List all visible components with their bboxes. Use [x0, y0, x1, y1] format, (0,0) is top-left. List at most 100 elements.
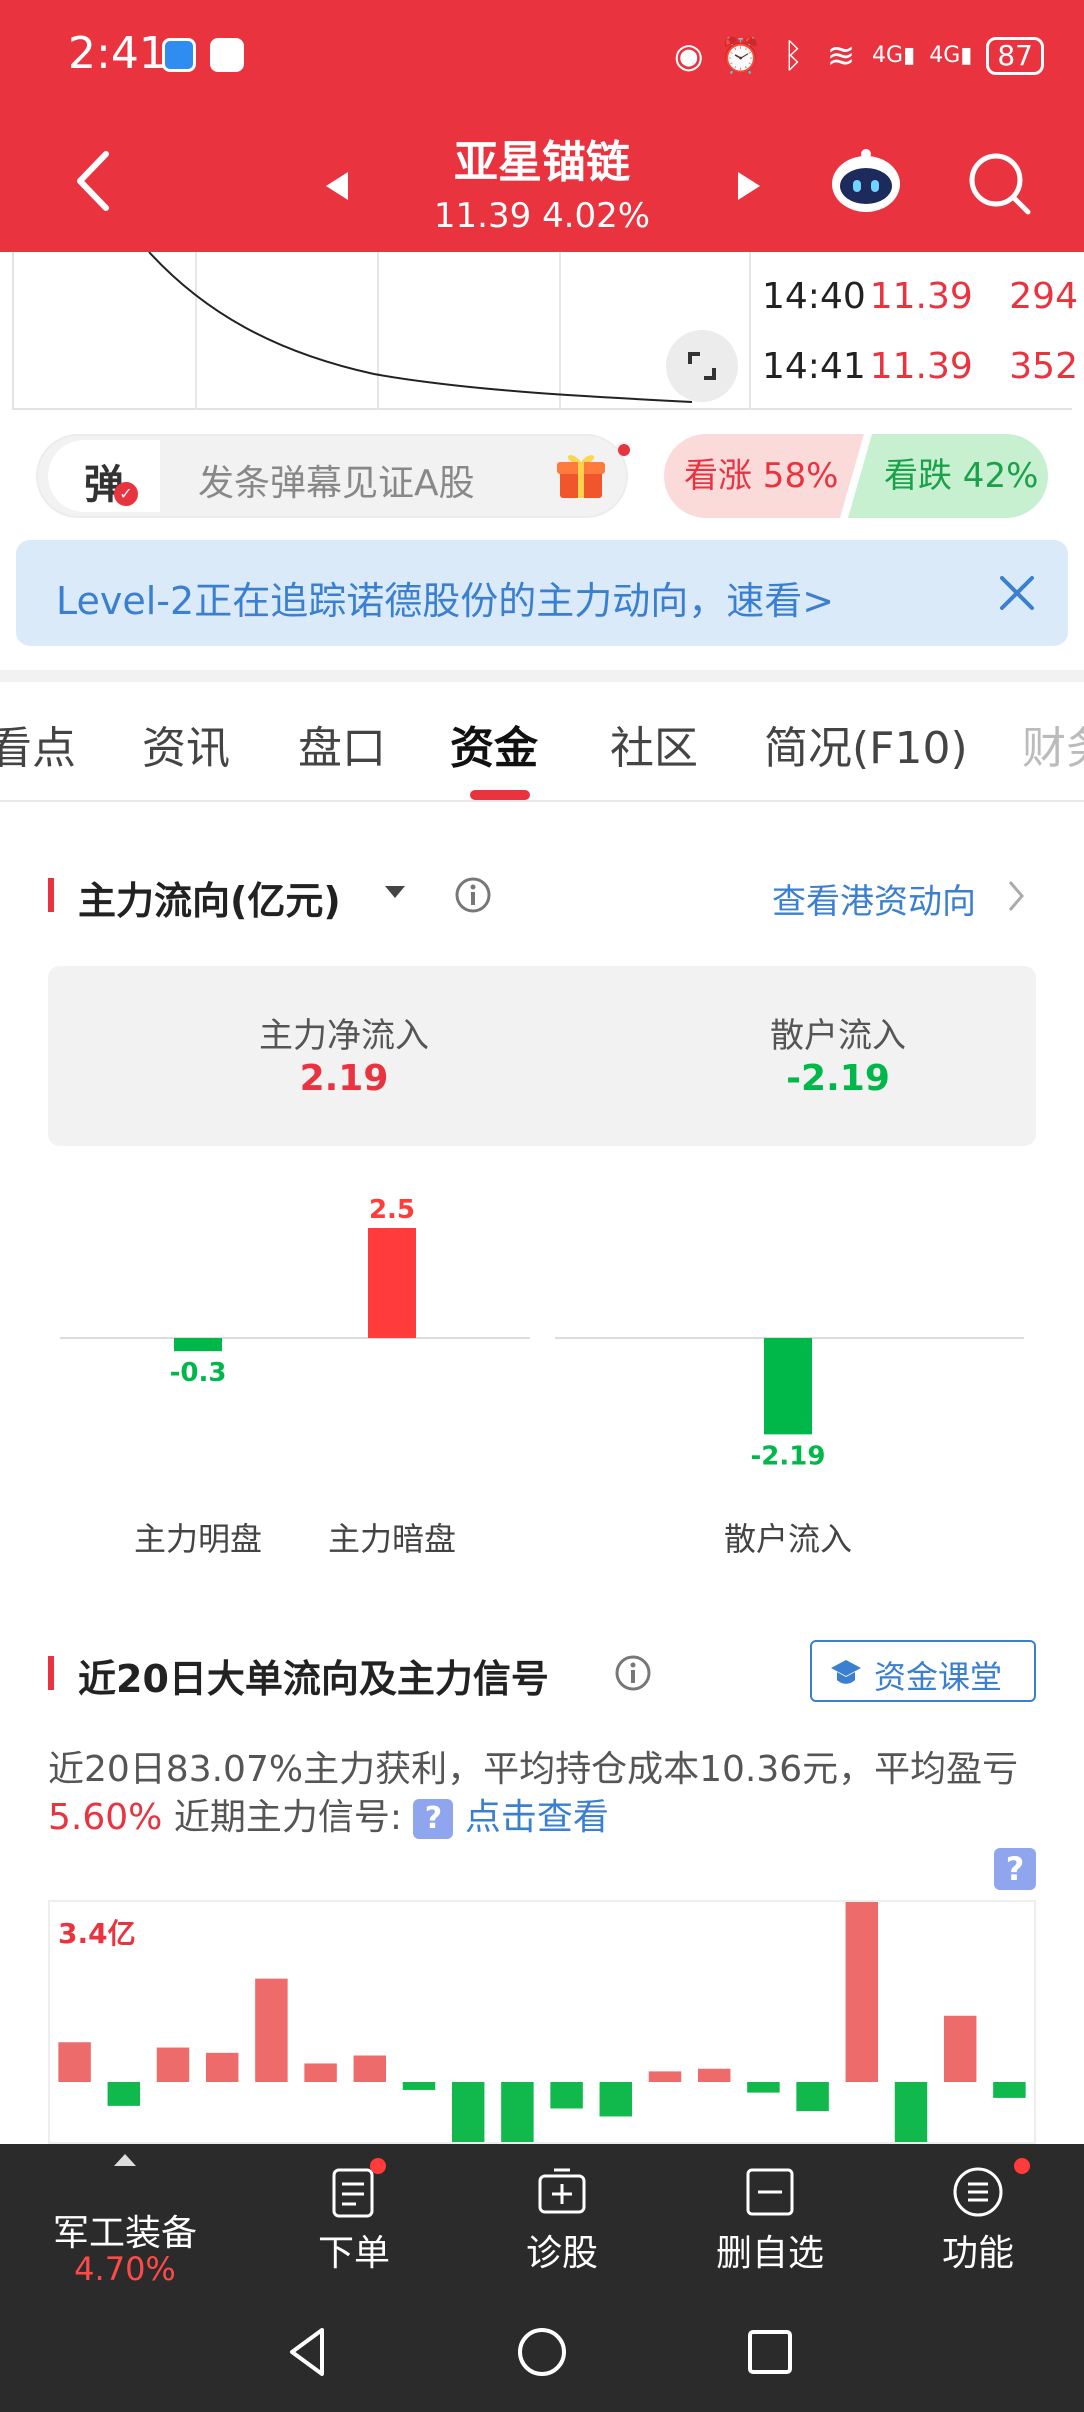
net-inflow-label: 主力净流入 — [259, 1016, 429, 1056]
tab-news[interactable]: 资讯 — [142, 712, 230, 776]
check-icon: ✓ — [114, 482, 138, 506]
daily-flow-bar — [255, 1978, 288, 2082]
battery-indicator: 87 — [986, 37, 1044, 75]
signal-icon: 4G▮ — [929, 43, 973, 68]
daily-flow-bar — [648, 2071, 682, 2082]
daily-flow-bar — [107, 2082, 141, 2106]
menu-icon — [953, 2167, 1003, 2217]
flow-category-label: 主力暗盘 — [327, 1520, 456, 1558]
stock-quote: 11.39 4.02% — [433, 196, 651, 236]
retail-inflow-label: 散户流入 — [770, 1016, 906, 1056]
next-stock-icon[interactable] — [728, 166, 768, 206]
level2-banner[interactable]: Level-2正在追踪诺德股份的主力动向，速看> — [16, 540, 1068, 646]
tab-f10[interactable]: 简况(F10) — [764, 712, 968, 776]
tab-financials[interactable]: 财务 — [1022, 712, 1084, 776]
chat-app-icon — [162, 38, 196, 72]
diagnose-icon — [538, 2168, 586, 2214]
close-icon[interactable] — [994, 570, 1040, 616]
view-signal-link[interactable]: 点击查看 — [465, 1797, 609, 1838]
tick-volume: 294 — [1009, 276, 1078, 317]
notification-dot — [618, 444, 630, 456]
daily-flow-chart[interactable]: 3.4亿 — [48, 1900, 1036, 2144]
caret-up-icon — [114, 2154, 136, 2166]
capital-flow-chart: -0.3 2.5 -2.19 — [60, 1195, 1024, 1471]
danmaku-toggle[interactable]: 弹 ✓ — [48, 440, 160, 512]
graduation-cap-icon — [831, 1660, 861, 1684]
info-icon[interactable] — [454, 876, 492, 914]
tick-volume: 352 — [1009, 346, 1078, 387]
tick-price: 11.39 — [869, 276, 973, 317]
recents-icon[interactable] — [738, 2320, 802, 2384]
home-icon[interactable] — [510, 2320, 574, 2384]
info-icon[interactable] — [614, 1654, 652, 1692]
tick-row: 14:41 11.39 352 — [762, 346, 1078, 387]
daily-flow-bar — [304, 2063, 337, 2082]
daily-flow-bar — [697, 2068, 731, 2082]
tab-community[interactable]: 社区 — [610, 712, 698, 776]
eye-icon: ◉ — [673, 36, 704, 76]
nav-remove-watchlist[interactable]: 删自选 — [710, 2144, 830, 2292]
tab-capital[interactable]: 资金 — [450, 712, 538, 776]
daily-flow-bars — [58, 1902, 1026, 2142]
dropdown-caret-icon[interactable] — [382, 882, 408, 902]
nav-functions[interactable]: 功能 — [918, 2144, 1038, 2292]
daily-flow-bar — [205, 2052, 239, 2082]
danmaku-input[interactable]: 弹 ✓ 发条弹幕见证A股 — [36, 434, 630, 518]
daily-flow-bar — [894, 2082, 928, 2142]
level2-banner-text[interactable]: Level-2正在追踪诺德股份的主力动向，速看> — [56, 570, 834, 625]
system-navigation-bar — [0, 2292, 1084, 2412]
signal-description: 近20日83.07%主力获利，平均持仓成本10.36元，平均盈亏 5.60% 近期… — [48, 1746, 1038, 1842]
daily-flow-bar — [550, 2082, 583, 2109]
tab-bar: 看点 资讯 盘口 资金 社区 简况(F10) 财务 — [0, 682, 1084, 802]
fullscreen-button[interactable] — [666, 330, 738, 402]
chart-max-label: 3.4亿 — [58, 1917, 136, 1950]
header-bar: 2:41 ◉ ⏰ ᛒ ≋ 4G▮ 4G▮ 87 亚星锚链 11.39 4.02% — [0, 0, 1084, 252]
daily-flow-bar — [353, 2055, 387, 2082]
wifi-icon: ≋ — [826, 36, 856, 76]
daily-flow-bar — [156, 2047, 190, 2082]
nav-diagnose[interactable]: 诊股 — [502, 2144, 622, 2292]
intraday-price-line — [148, 252, 751, 410]
flow-bar-value: -0.3 — [170, 1358, 227, 1388]
desc-text: 近期主力信号: — [162, 1797, 402, 1838]
bluetooth-icon: ᛒ — [782, 36, 804, 76]
title-area: 亚星锚链 11.39 4.02% — [0, 120, 1084, 250]
danmaku-placeholder: 发条弹幕见证A股 — [198, 463, 475, 504]
help-icon[interactable]: ? — [994, 1848, 1036, 1890]
status-icons: ◉ ⏰ ᛒ ≋ 4G▮ 4G▮ 87 — [672, 28, 1044, 84]
nav-functions-label: 功能 — [941, 2233, 1014, 2274]
section-divider — [0, 670, 1084, 682]
daily-flow-bar — [599, 2082, 633, 2117]
nav-order-label: 下单 — [317, 2233, 390, 2274]
chevron-right-icon[interactable] — [1004, 878, 1028, 914]
ai-robot-icon[interactable] — [826, 146, 906, 216]
active-tab-indicator — [470, 790, 530, 800]
gift-icon[interactable] — [554, 448, 608, 502]
retail-inflow-value: -2.19 — [786, 1058, 890, 1099]
alarm-icon: ⏰ — [719, 36, 763, 76]
daily-flow-bar — [501, 2082, 534, 2142]
daily-flow-bar — [402, 2082, 436, 2090]
signal-section-title: 近20日大单流向及主力信号 — [78, 1657, 549, 1701]
capital-class-button[interactable]: 资金课堂 — [810, 1640, 1036, 1702]
help-icon[interactable]: ? — [413, 1799, 454, 1839]
vote-up-button[interactable]: 看涨 58% — [664, 434, 864, 518]
search-icon[interactable] — [966, 150, 1032, 216]
back-icon[interactable] — [278, 2320, 342, 2384]
hk-capital-link[interactable]: 查看港资动向 — [772, 874, 976, 923]
avg-profit-pct: 5.60% — [48, 1797, 163, 1838]
section-marker — [48, 878, 54, 912]
notification-dot — [1014, 2158, 1030, 2174]
vote-down-button[interactable]: 看跌 42% — [848, 434, 1048, 518]
flow-bar-value: -2.19 — [751, 1441, 826, 1471]
daily-flow-bar — [451, 2082, 485, 2142]
tab-order-book[interactable]: 盘口 — [298, 712, 386, 776]
notification-dot — [370, 2158, 386, 2174]
desc-text: 近20日83.07%主力获利，平均持仓成本10.36元，平均盈亏 — [48, 1749, 1019, 1790]
tab-highlights[interactable]: 看点 — [0, 712, 76, 776]
sector-button[interactable]: 军工装备 4.70% — [20, 2144, 230, 2292]
main-flow-title[interactable]: 主力流向(亿元) — [78, 870, 341, 925]
nav-order[interactable]: 下单 — [294, 2144, 414, 2292]
intraday-chart[interactable]: 14:40 11.39 294 14:41 11.39 352 — [12, 252, 1078, 410]
sector-name: 军工装备 — [52, 2213, 197, 2254]
